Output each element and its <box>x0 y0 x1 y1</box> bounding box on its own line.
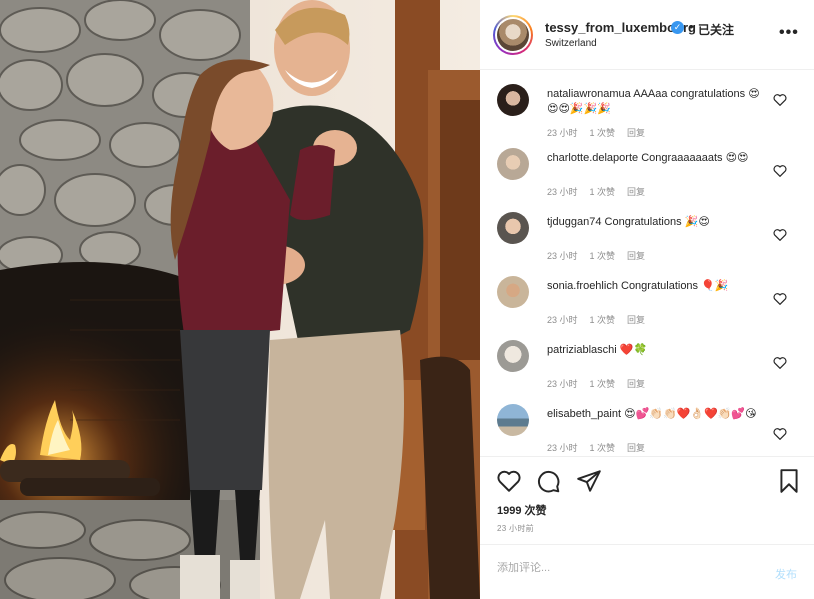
comment-text: 😍💕👏🏻👏🏻❤️👌🏻❤️👏🏻💕😘 <box>624 408 757 420</box>
reply-button[interactable]: 回复 <box>627 251 645 261</box>
comment-time[interactable]: 23 小时 <box>547 443 578 453</box>
like-comment-heart-icon[interactable] <box>773 164 787 177</box>
like-comment-heart-icon[interactable] <box>773 93 787 106</box>
comment-bubble-icon[interactable] <box>535 468 561 494</box>
commenter-avatar[interactable] <box>497 404 529 436</box>
commenter-username[interactable]: charlotte.delaporte <box>547 152 638 164</box>
comment-body: sonia.froehlich Congratulations 🎈🎉 <box>547 279 767 294</box>
commenter-username[interactable]: nataliawronamua <box>547 88 631 100</box>
comment-text: ❤️🍀 <box>619 344 648 356</box>
comment-meta: 23 小时 1 次赞 回复 <box>547 249 657 262</box>
verified-badge-icon: ✓ <box>671 21 684 34</box>
like-comment-heart-icon[interactable] <box>773 427 787 440</box>
post-timestamp[interactable]: 23 小时前 <box>497 523 534 534</box>
comment-likes[interactable]: 1 次赞 <box>590 251 616 261</box>
comment-item: elisabeth_paint 😍💕👏🏻👏🏻❤️👌🏻❤️👏🏻💕😘 23 小时 1 … <box>480 391 814 455</box>
comment-body: nataliawronamua AAAaa congratulations 😍😍… <box>547 87 767 117</box>
post-header: tessy_from_luxembourg ✓ • 已关注 Switzerlan… <box>480 0 814 70</box>
reply-button[interactable]: 回复 <box>627 443 645 453</box>
commenter-username[interactable]: tjduggan74 <box>547 216 601 228</box>
commenter-avatar[interactable] <box>497 84 529 116</box>
comment-meta: 23 小时 1 次赞 回复 <box>547 185 657 198</box>
share-send-icon[interactable] <box>576 468 602 494</box>
comment-item: sonia.froehlich Congratulations 🎈🎉 23 小时… <box>480 263 814 327</box>
comment-item: nataliawronamua AAAaa congratulations 😍😍… <box>480 71 814 138</box>
comment-time[interactable]: 23 小时 <box>547 315 578 325</box>
like-count[interactable]: 1999 次赞 <box>497 502 547 518</box>
comment-body: patriziablaschi ❤️🍀 <box>547 343 767 358</box>
comment-body: elisabeth_paint 😍💕👏🏻👏🏻❤️👌🏻❤️👏🏻💕😘 <box>547 407 767 422</box>
comment-body: tjduggan74 Congratulations 🎉😍 <box>547 215 767 230</box>
following-button[interactable]: 已关注 <box>698 21 734 38</box>
post-photo[interactable] <box>0 0 480 599</box>
commenter-username[interactable]: elisabeth_paint <box>547 408 621 420</box>
comment-text: Congratulations 🎉😍 <box>604 216 710 228</box>
comment-meta: 23 小时 1 次赞 回复 <box>547 313 657 326</box>
add-comment-section: 发布 <box>480 544 814 599</box>
commenter-username[interactable]: sonia.froehlich <box>547 280 618 292</box>
commenter-username[interactable]: patriziablaschi <box>547 344 617 356</box>
comment-likes[interactable]: 1 次赞 <box>590 187 616 197</box>
reply-button[interactable]: 回复 <box>627 315 645 325</box>
comment-time[interactable]: 23 小时 <box>547 379 578 389</box>
comment-meta: 23 小时 1 次赞 回复 <box>547 441 657 454</box>
like-comment-heart-icon[interactable] <box>773 292 787 305</box>
action-bar <box>480 460 814 504</box>
header-separator: • <box>689 19 694 34</box>
comment-item: patriziablaschi ❤️🍀 23 小时 1 次赞 回复 <box>480 327 814 391</box>
comment-likes[interactable]: 1 次赞 <box>590 443 616 453</box>
post-comment-button[interactable]: 发布 <box>775 566 797 582</box>
post-panel: tessy_from_luxembourg ✓ • 已关注 Switzerlan… <box>480 0 814 599</box>
commenter-avatar[interactable] <box>497 340 529 372</box>
comment-time[interactable]: 23 小时 <box>547 251 578 261</box>
commenter-avatar[interactable] <box>497 148 529 180</box>
comment-body: charlotte.delaporte Congraaaaaaats 😍😍 <box>547 151 767 166</box>
comment-likes[interactable]: 1 次赞 <box>590 315 616 325</box>
comments-list[interactable]: nataliawronamua AAAaa congratulations 😍😍… <box>480 71 814 455</box>
comment-item: tjduggan74 Congratulations 🎉😍 23 小时 1 次赞 回… <box>480 199 814 263</box>
couple-photo-image <box>0 0 480 599</box>
author-avatar[interactable] <box>495 17 531 53</box>
commenter-avatar[interactable] <box>497 212 529 244</box>
comment-item: charlotte.delaporte Congraaaaaaats 😍😍 23… <box>480 135 814 199</box>
section-divider <box>480 456 814 457</box>
comment-meta: 23 小时 1 次赞 回复 <box>547 377 657 390</box>
comment-likes[interactable]: 1 次赞 <box>590 379 616 389</box>
add-comment-input[interactable] <box>497 562 757 574</box>
save-bookmark-icon[interactable] <box>776 468 802 494</box>
more-options-icon[interactable]: ••• <box>779 24 799 42</box>
story-ring[interactable] <box>493 15 533 55</box>
like-comment-heart-icon[interactable] <box>773 356 787 369</box>
reply-button[interactable]: 回复 <box>627 187 645 197</box>
commenter-avatar[interactable] <box>497 276 529 308</box>
comment-text: Congraaaaaaats 😍😍 <box>641 152 749 164</box>
like-comment-heart-icon[interactable] <box>773 228 787 241</box>
comment-text: Congratulations 🎈🎉 <box>621 280 729 292</box>
reply-button[interactable]: 回复 <box>627 379 645 389</box>
post-location[interactable]: Switzerland <box>545 38 597 49</box>
like-heart-icon[interactable] <box>496 468 522 494</box>
comment-time[interactable]: 23 小时 <box>547 187 578 197</box>
